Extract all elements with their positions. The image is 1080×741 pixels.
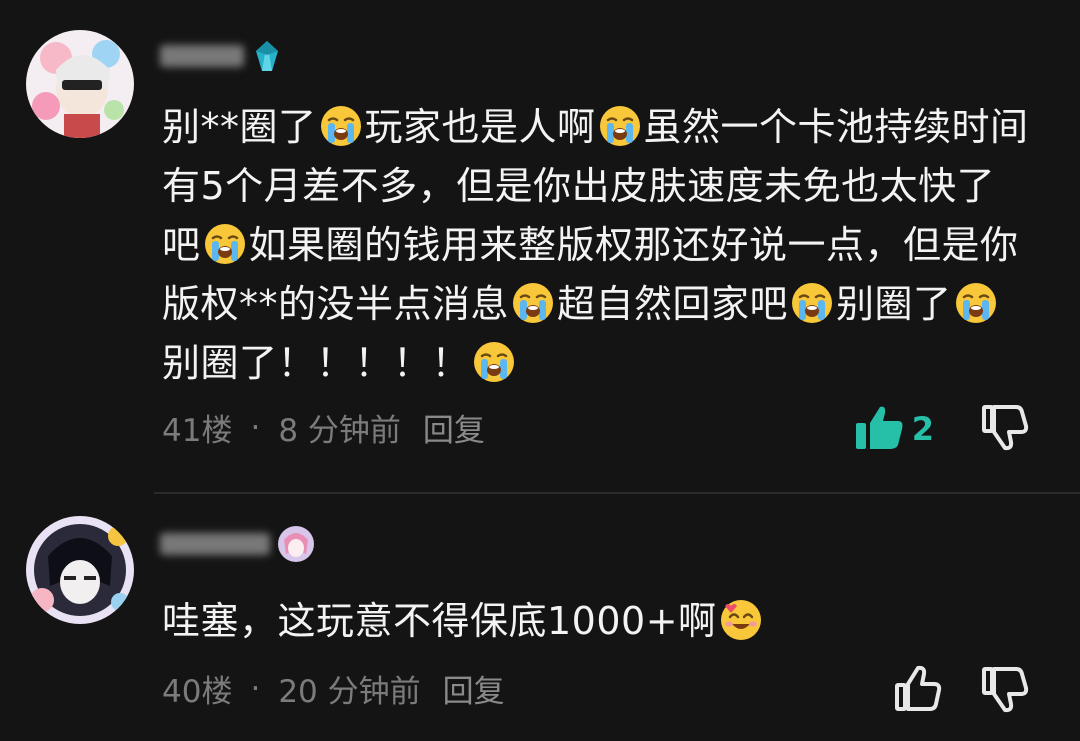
user-avatar[interactable] <box>26 30 134 138</box>
dislike-button[interactable] <box>980 402 1030 456</box>
comment-text-segment: 别圈了 <box>836 282 952 326</box>
loudly-crying-face-icon <box>203 222 247 266</box>
reply-button[interactable]: 回复 <box>443 666 505 711</box>
thumbs-up-icon <box>854 403 906 455</box>
comment-text-segment: 别圈了！！！！！ <box>162 341 471 385</box>
meta-separator: · <box>250 409 261 446</box>
loudly-crying-face-icon <box>319 104 363 148</box>
username-blurred[interactable] <box>160 526 316 562</box>
loudly-crying-face-icon <box>598 104 642 148</box>
floor-number: 41楼 <box>162 413 233 449</box>
like-button[interactable] <box>894 665 942 717</box>
like-count: 2 <box>911 410 934 448</box>
comment-item-41: 别**圈了 玩家也是人啊 虽然一个卡池持续时间有5个月差不多，但是你出皮肤速度未免也… <box>0 0 1080 492</box>
loudly-crying-face-icon <box>790 281 834 325</box>
post-time: 20 分钟前 <box>278 674 421 710</box>
comment-text-segment: 玩家也是人啊 <box>364 105 596 149</box>
like-button[interactable]: 2 <box>854 403 934 455</box>
floor-number: 40楼 <box>162 674 233 710</box>
loudly-crying-face-icon <box>954 281 998 325</box>
comment-text: 哇塞，这玩意不得保底1000+啊 <box>162 592 1032 651</box>
smiling-face-with-hearts-icon <box>719 598 763 642</box>
comment-text: 别**圈了 玩家也是人啊 虽然一个卡池持续时间有5个月差不多，但是你出皮肤速度未免也… <box>162 98 1032 393</box>
vote-actions <box>894 664 1030 718</box>
crystal-badge-icon <box>250 39 284 73</box>
dislike-button[interactable] <box>980 664 1030 718</box>
comment-meta: 41楼 · 8 分钟前 回复 <box>162 405 485 450</box>
meta-separator: · <box>250 670 261 707</box>
blurred-name <box>160 45 244 67</box>
post-time: 8 分钟前 <box>278 413 401 449</box>
blurred-name <box>160 533 270 555</box>
comment-text-segment: 哇塞，这玩意不得保底1000+啊 <box>162 599 717 643</box>
username-blurred[interactable] <box>160 39 284 73</box>
user-avatar[interactable] <box>26 516 134 624</box>
comment-text-segment: 别**圈了 <box>162 105 317 149</box>
reply-button[interactable]: 回复 <box>423 405 485 450</box>
loudly-crying-face-icon <box>511 281 555 325</box>
thumbs-up-icon <box>894 665 942 717</box>
comment-meta: 40楼 · 20 分钟前 回复 <box>162 666 505 711</box>
comment-text-segment: 超自然回家吧 <box>557 282 789 326</box>
comment-item-40: 哇塞，这玩意不得保底1000+啊 40楼 · 20 分钟前 回复 <box>0 494 1080 741</box>
character-badge-icon <box>276 524 316 564</box>
vote-actions: 2 <box>854 402 1030 456</box>
loudly-crying-face-icon <box>472 340 516 384</box>
thumbs-down-icon <box>980 667 1030 718</box>
thumbs-down-icon <box>980 405 1030 456</box>
